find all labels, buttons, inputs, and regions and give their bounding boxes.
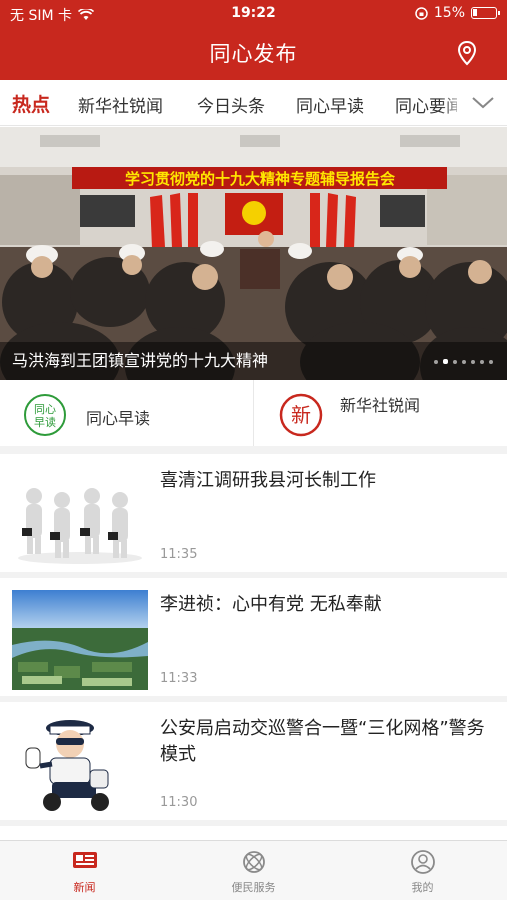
news-title: 喜清江调研我县河长制工作 bbox=[160, 470, 376, 491]
app-header: 无 SIM 卡 19:22 15% 同心发布 bbox=[0, 0, 507, 80]
profile-icon bbox=[410, 850, 435, 874]
battery-percent: 15% bbox=[433, 5, 465, 21]
battery-icon bbox=[471, 7, 500, 19]
tab-xinhua[interactable]: 新华社锐闻 bbox=[78, 92, 163, 117]
carousel-dot bbox=[489, 359, 493, 364]
tab-profile[interactable]: 我的 bbox=[338, 841, 507, 900]
category-tabs: 热点 新华社锐闻 今日头条 同心早读 同心要闻 bbox=[0, 80, 507, 126]
quick-links: 同心 早读 同心早读 新 新华社锐闻 bbox=[0, 380, 507, 454]
news-time: 11:33 bbox=[160, 671, 198, 686]
news-item[interactable]: 李进祯：心中有党 无私奉献 11:33 bbox=[0, 578, 507, 702]
news-title: 李进祯：心中有党 无私奉献 bbox=[160, 594, 382, 615]
xinhua-logo: 新 bbox=[279, 393, 323, 437]
news-item[interactable]: 公安局启动交巡警合一暨“三化网格”警务模式 11:30 bbox=[0, 702, 507, 826]
tab-hot[interactable]: 热点 bbox=[12, 90, 50, 117]
banner-caption: 马洪海到王团镇宣讲党的十九大精神 bbox=[12, 351, 269, 370]
news-item[interactable]: 喜清江调研我县河长制工作 11:35 bbox=[0, 454, 507, 578]
news-title: 公安局启动交巡警合一暨“三化网格”警务模式 bbox=[160, 718, 485, 765]
quick-link-label: 同心早读 bbox=[86, 409, 151, 428]
news-thumbnail bbox=[12, 466, 148, 566]
carousel-dot bbox=[453, 359, 457, 364]
tab-label: 新闻 bbox=[73, 881, 96, 894]
news-time: 11:30 bbox=[160, 795, 198, 810]
newspaper-icon bbox=[72, 852, 97, 868]
chevron-down-icon bbox=[472, 97, 494, 109]
rotation-lock-icon bbox=[415, 6, 428, 20]
tongxin-morning-logo: 同心 早读 bbox=[24, 394, 66, 436]
service-icon bbox=[242, 851, 265, 873]
bottom-tab-bar: 新闻 便民服务 我的 bbox=[0, 840, 507, 900]
banner-slogan: 学习贯彻党的十九大精神专题辅导报告会 bbox=[125, 170, 395, 188]
tab-service[interactable]: 便民服务 bbox=[169, 841, 338, 900]
carousel-dot bbox=[471, 359, 475, 364]
tab-news[interactable]: 新闻 bbox=[0, 841, 169, 900]
carousel-dots bbox=[434, 359, 493, 364]
svg-text:同心: 同心 bbox=[34, 403, 56, 416]
tab-label: 我的 bbox=[411, 881, 434, 894]
status-bar: 无 SIM 卡 19:22 15% bbox=[0, 0, 507, 28]
tab-label: 便民服务 bbox=[231, 881, 276, 894]
svg-text:早读: 早读 bbox=[34, 415, 56, 429]
carousel-dot bbox=[462, 359, 466, 364]
svg-text:新: 新 bbox=[291, 403, 311, 427]
carousel-dot bbox=[480, 359, 484, 364]
quick-link-xinhua[interactable]: 新 新华社锐闻 bbox=[253, 380, 507, 446]
location-pin-icon[interactable] bbox=[455, 40, 479, 66]
news-thumbnail bbox=[12, 714, 148, 814]
tab-tongxin-morning[interactable]: 同心早读 bbox=[296, 92, 364, 117]
news-thumbnail bbox=[12, 590, 148, 690]
expand-tabs-button[interactable] bbox=[457, 80, 507, 125]
carousel-dot bbox=[434, 359, 438, 364]
headline-carousel[interactable]: 学习贯彻党的十九大精神专题辅导报告会 马洪海到王团镇宣讲党的十九大精神 bbox=[0, 127, 507, 380]
news-time: 11:35 bbox=[160, 547, 198, 562]
page-title: 同心发布 bbox=[209, 42, 298, 66]
quick-link-tongxin-morning[interactable]: 同心 早读 同心早读 bbox=[0, 380, 253, 446]
quick-link-label: 新华社锐闻 bbox=[340, 396, 421, 415]
carousel-dot-active bbox=[443, 359, 448, 364]
tab-toutiao[interactable]: 今日头条 bbox=[197, 92, 265, 117]
